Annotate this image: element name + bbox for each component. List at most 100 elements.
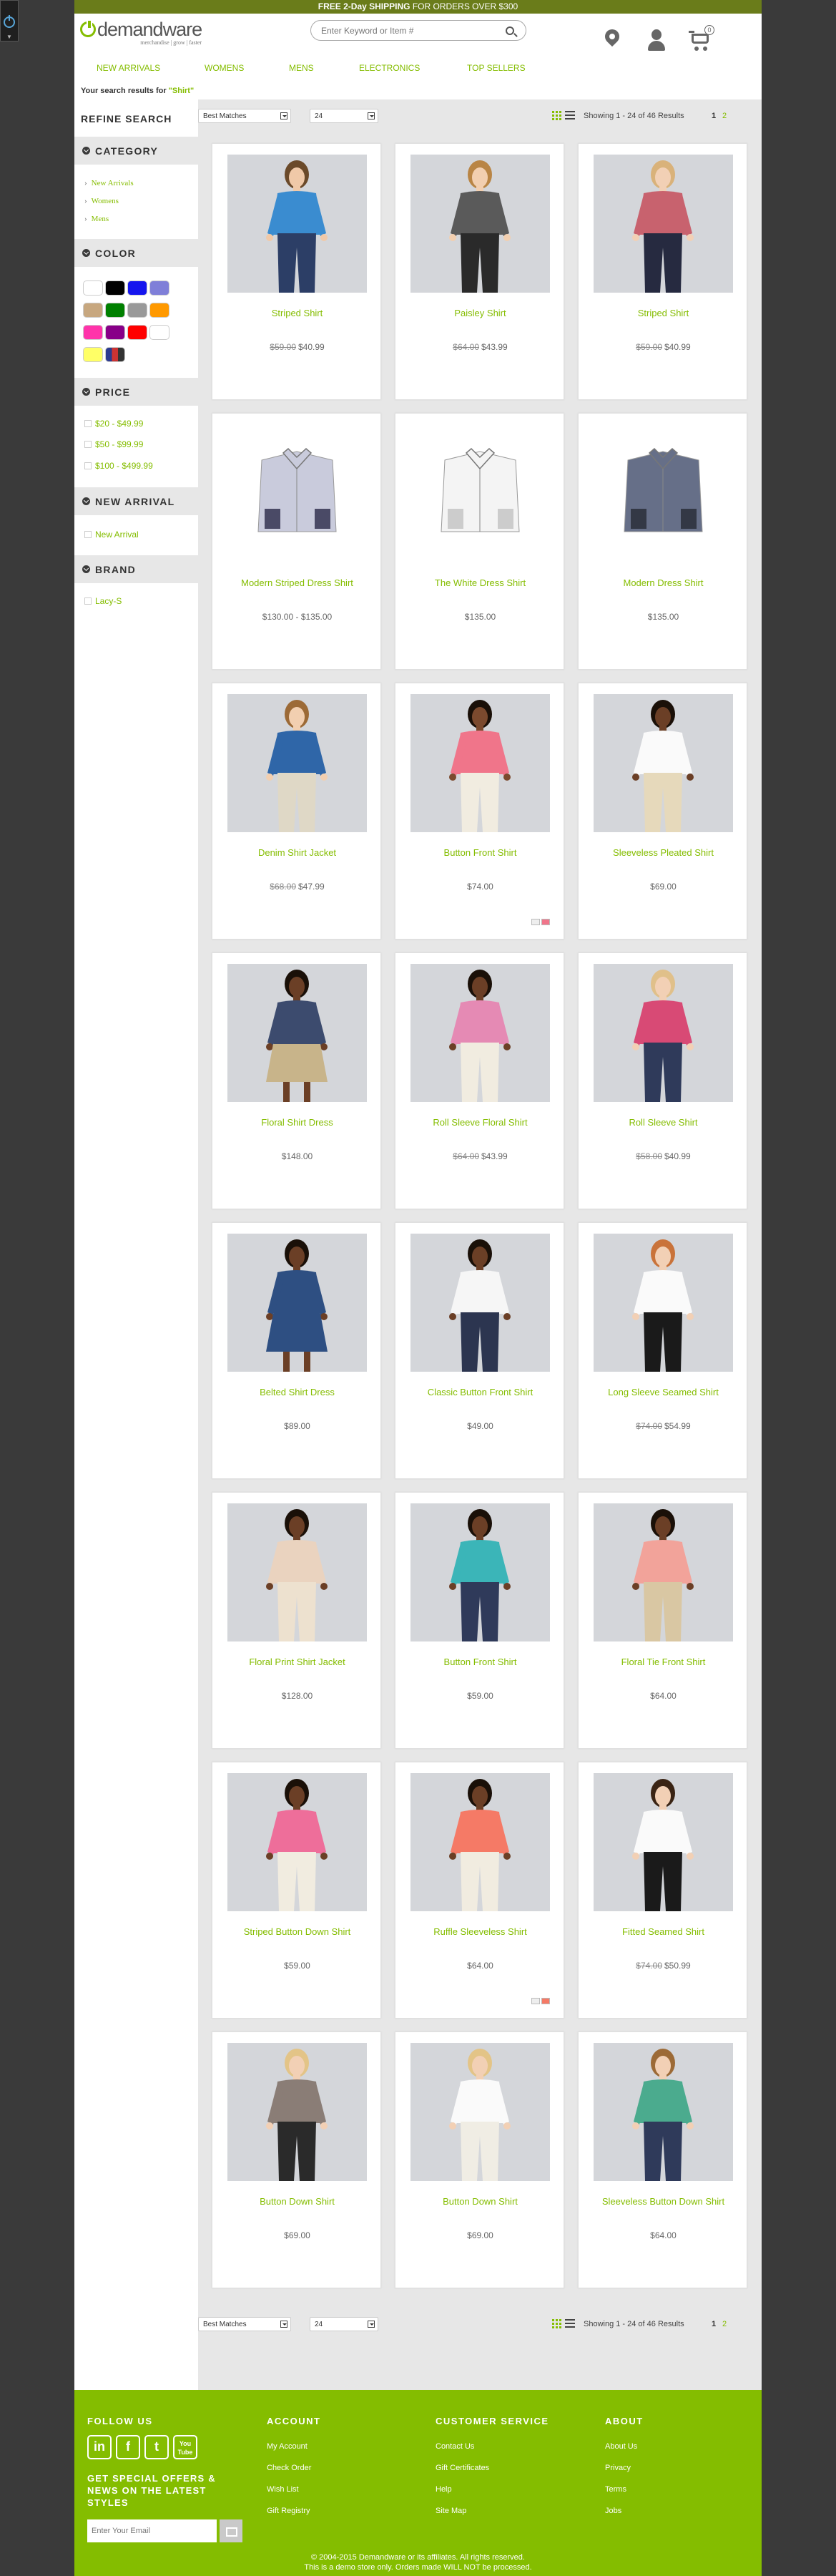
product-image[interactable] [410,964,550,1102]
product-image[interactable] [227,155,367,293]
price-option[interactable]: $50 - $99.99 [84,439,143,449]
product-image[interactable] [594,155,733,293]
product-tile[interactable]: Striped Shirt $59.00 $40.99 [212,143,381,400]
product-image[interactable] [227,1773,367,1911]
footer-link-check-order[interactable]: Check Order [267,2464,311,2472]
footer-link-my-account[interactable]: My Account [267,2442,308,2451]
dev-tools-widget[interactable]: ▼ [0,0,19,42]
product-name-link[interactable]: Button Down Shirt [395,2196,565,2207]
product-image[interactable] [410,694,550,832]
logo[interactable]: demandware merchandise | grow | faster [80,19,202,46]
product-name-link[interactable]: Striped Shirt [212,308,382,318]
product-image[interactable] [410,155,550,293]
product-name-link[interactable]: Modern Striped Dress Shirt [212,577,382,588]
product-name-link[interactable]: Long Sleeve Seamed Shirt [579,1387,748,1397]
price-option[interactable]: $20 - $49.99 [84,419,143,429]
product-image[interactable] [594,424,733,562]
product-name-link[interactable]: Denim Shirt Jacket [212,847,382,858]
product-image[interactable] [227,1503,367,1641]
product-name-link[interactable]: Classic Button Front Shirt [395,1387,565,1397]
checkbox[interactable] [84,531,92,538]
footer-link-help[interactable]: Help [436,2485,452,2494]
product-name-link[interactable]: The White Dress Shirt [395,577,565,588]
product-image[interactable] [594,2043,733,2181]
product-tile[interactable]: Ruffle Sleeveless Shirt $64.00 [395,1762,564,2019]
color-header[interactable]: COLOR [74,239,198,267]
product-tile[interactable]: Sleeveless Button Down Shirt $64.00 [578,2031,747,2288]
product-tile[interactable]: Striped Shirt $59.00 $40.99 [578,143,747,400]
product-name-link[interactable]: Floral Print Shirt Jacket [212,1657,382,1667]
product-tile[interactable]: The White Dress Shirt $135.00 [395,413,564,670]
email-submit-button[interactable] [220,2519,242,2542]
color-swatch[interactable] [83,325,103,340]
product-tile[interactable]: Button Down Shirt $69.00 [395,2031,564,2288]
product-name-link[interactable]: Paisley Shirt [395,308,565,318]
product-tile[interactable]: Classic Button Front Shirt $49.00 [395,1222,564,1479]
search-input[interactable] [321,25,493,36]
color-swatch[interactable] [83,303,103,318]
footer-link-site-map[interactable]: Site Map [436,2507,466,2515]
footer-link-terms[interactable]: Terms [605,2485,626,2494]
footer-link-gift-certificates[interactable]: Gift Certificates [436,2464,489,2472]
product-tile[interactable]: Modern Dress Shirt $135.00 [578,413,747,670]
grid-view-icon[interactable] [552,2319,562,2328]
product-name-link[interactable]: Striped Button Down Shirt [212,1926,382,1937]
footer-link-wish-list[interactable]: Wish List [267,2485,299,2494]
product-name-link[interactable]: Sleeveless Button Down Shirt [579,2196,748,2207]
product-name-link[interactable]: Sleeveless Pleated Shirt [579,847,748,858]
product-image[interactable] [410,1234,550,1372]
color-swatch[interactable] [149,303,169,318]
price-header[interactable]: PRICE [74,378,198,406]
product-image[interactable] [594,1773,733,1911]
product-tile[interactable]: Sleeveless Pleated Shirt $69.00 [578,683,747,940]
nav-electronics[interactable]: ELECTRONICS [359,63,420,73]
product-image[interactable] [227,424,367,562]
product-image[interactable] [594,1503,733,1641]
color-swatch[interactable] [127,325,147,340]
store-locator-icon[interactable] [601,26,623,51]
product-name-link[interactable]: Button Front Shirt [395,847,565,858]
email-field[interactable] [87,2519,217,2542]
color-swatch[interactable] [127,303,147,318]
breadcrumb-term[interactable]: "Shirt" [169,87,195,95]
category-header[interactable]: CATEGORY [74,137,198,165]
product-color-swatch[interactable] [541,1998,550,2004]
product-tile[interactable]: Button Front Shirt $74.00 [395,683,564,940]
nav-womens[interactable]: WOMENS [205,63,244,73]
product-tile[interactable]: Floral Tie Front Shirt $64.00 [578,1492,747,1749]
linkedin-icon[interactable]: in [87,2435,112,2459]
product-name-link[interactable]: Ruffle Sleeveless Shirt [395,1926,565,1937]
nav-mens[interactable]: MENS [289,63,314,73]
new-arrival-header[interactable]: NEW ARRIVAL [74,487,198,515]
product-name-link[interactable]: Striped Shirt [579,308,748,318]
cart-icon[interactable]: 0 [689,25,714,52]
product-tile[interactable]: Floral Print Shirt Jacket $128.00 [212,1492,381,1749]
product-image[interactable] [594,694,733,832]
product-name-link[interactable]: Button Front Shirt [395,1657,565,1667]
sort-select[interactable]: Best Matches [198,109,291,123]
sort-select[interactable]: Best Matches [198,2317,291,2331]
product-name-link[interactable]: Roll Sleeve Floral Shirt [395,1117,565,1128]
product-color-swatch[interactable] [531,1998,540,2004]
product-name-link[interactable]: Roll Sleeve Shirt [579,1117,748,1128]
category-new-arrivals[interactable]: New Arrivals [84,179,134,187]
product-tile[interactable]: Long Sleeve Seamed Shirt $74.00 $54.99 [578,1222,747,1479]
grid-view-icon[interactable] [552,111,562,120]
category-mens[interactable]: Mens [84,215,109,223]
nav-top-sellers[interactable]: TOP SELLERS [467,63,526,73]
checkbox[interactable] [84,441,92,448]
product-tile[interactable]: Denim Shirt Jacket $68.00 $47.99 [212,683,381,940]
page-next-link[interactable]: 2 [722,2320,727,2328]
list-view-icon[interactable] [565,2319,575,2328]
product-tile[interactable]: Floral Shirt Dress $148.00 [212,952,381,1209]
color-swatch[interactable] [83,347,103,362]
category-womens[interactable]: Womens [84,197,119,205]
price-option[interactable]: $100 - $499.99 [84,461,153,471]
color-swatch[interactable] [105,347,125,362]
checkbox[interactable] [84,462,92,469]
product-name-link[interactable]: Button Down Shirt [212,2196,382,2207]
product-image[interactable] [594,964,733,1102]
page-size-select[interactable]: 24 [310,2317,378,2331]
product-tile[interactable]: Roll Sleeve Floral Shirt $64.00 $43.99 [395,952,564,1209]
product-tile[interactable]: Modern Striped Dress Shirt $130.00 - $135… [212,413,381,670]
